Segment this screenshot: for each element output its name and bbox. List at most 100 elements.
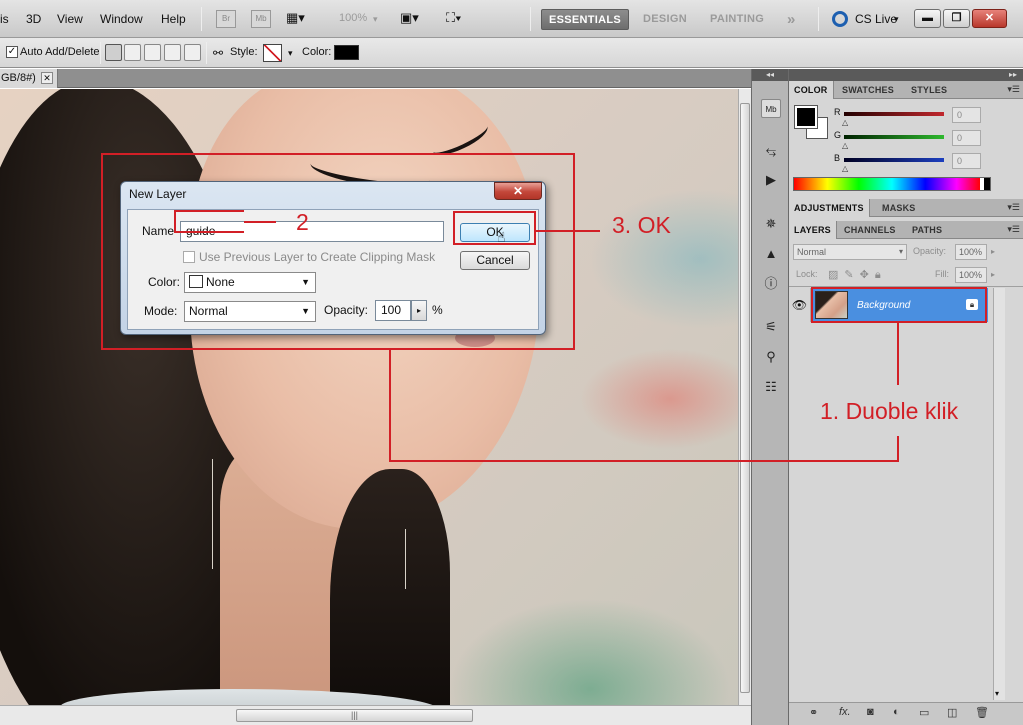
canvas-vertical-scrollbar[interactable] xyxy=(738,89,751,705)
layer-opacity-value[interactable]: 100% xyxy=(955,244,987,260)
slider-red-track[interactable] xyxy=(844,112,944,116)
expand-panels-icon[interactable]: ▸▸ xyxy=(789,69,1023,81)
cs-live-dropdown-icon[interactable]: ▾ xyxy=(894,14,899,25)
tool-presets-icon[interactable]: ☷ xyxy=(761,377,781,396)
path-add-icon[interactable] xyxy=(124,44,141,61)
annotation-layer-box xyxy=(811,287,987,323)
bridge-icon[interactable]: Br xyxy=(216,10,236,28)
slider-green-value[interactable]: 0 xyxy=(952,130,981,146)
slider-blue-label: B xyxy=(834,153,841,163)
menu-analysis[interactable]: is xyxy=(0,12,9,26)
path-intersect-icon[interactable] xyxy=(164,44,181,61)
fill-label: Fill: xyxy=(935,269,949,279)
color-spectrum-bar[interactable] xyxy=(793,177,991,191)
clone-source-icon[interactable]: ⚲ xyxy=(761,347,781,366)
tab-channels[interactable]: CHANNELS xyxy=(839,221,901,239)
visibility-eye-icon[interactable]: 👁︎ xyxy=(789,288,811,322)
slider-green-handle[interactable]: △ xyxy=(842,141,848,150)
vertical-scroll-thumb[interactable] xyxy=(740,103,750,693)
new-layer-icon[interactable]: ◫ xyxy=(947,706,957,719)
annotation-return-line-b xyxy=(389,460,899,462)
cs-live-menu[interactable]: CS Live xyxy=(855,12,897,26)
new-group-icon[interactable]: ▭ xyxy=(919,706,929,719)
foreground-color-swatch[interactable] xyxy=(794,105,818,129)
navigator-panel-icon[interactable]: ✵ xyxy=(761,214,781,233)
slider-red-handle[interactable]: △ xyxy=(842,118,848,127)
slider-blue-track[interactable] xyxy=(844,158,944,162)
style-dropdown-icon[interactable]: ▾ xyxy=(288,48,293,59)
restore-button[interactable]: ❐ xyxy=(943,9,970,28)
history-panel-icon[interactable]: ⥃ xyxy=(761,141,781,160)
workspace-essentials[interactable]: ESSENTIALS xyxy=(541,9,630,30)
more-workspaces-icon[interactable]: » xyxy=(780,9,803,30)
lock-options-icons[interactable]: ▨✎✥🔒︎ xyxy=(828,268,887,282)
tab-swatches[interactable]: SWATCHES xyxy=(837,81,899,99)
photo-earring-right xyxy=(405,529,409,589)
layers-list-scrollbar[interactable] xyxy=(993,288,1005,700)
collapse-dock-icon[interactable]: ◂◂ xyxy=(752,69,788,81)
arrange-documents-icon[interactable]: ▣▾ xyxy=(400,10,432,28)
slider-green-label: G xyxy=(834,130,842,140)
zoom-dropdown-icon[interactable]: ▾ xyxy=(373,14,378,25)
adjustments-panel-menu-icon[interactable]: ▾☰ xyxy=(1007,202,1020,213)
color-label: Color: xyxy=(302,46,332,58)
layer-opacity-label: Opacity: xyxy=(913,246,947,256)
workspace-painting[interactable]: PAINTING xyxy=(703,9,771,30)
fill-value[interactable]: 100% xyxy=(955,267,987,283)
annotation-name-box xyxy=(174,210,244,233)
close-window-button[interactable]: ✕ xyxy=(972,9,1007,28)
menu-3d[interactable]: 3D xyxy=(26,12,41,26)
histogram-panel-icon[interactable]: ▲ xyxy=(761,244,781,263)
adjustments-panel-tabs: ADJUSTMENTS MASKS ▾☰ xyxy=(789,199,1023,217)
layer-style-icon[interactable]: fx. xyxy=(839,706,851,718)
tab-layers[interactable]: LAYERS xyxy=(789,221,837,239)
layers-scroll-down-icon[interactable]: ▾ xyxy=(995,689,999,698)
delete-layer-icon[interactable]: 🗑︎ xyxy=(975,706,989,719)
minimize-button[interactable]: ▬ xyxy=(914,9,941,28)
adjustment-layer-icon[interactable]: ◐ xyxy=(893,706,900,718)
path-subtract-icon[interactable] xyxy=(144,44,161,61)
document-tab[interactable]: GB/8#) ✕ xyxy=(0,69,58,88)
tab-masks[interactable]: MASKS xyxy=(877,199,921,217)
add-mask-icon[interactable]: ◙ xyxy=(867,706,874,718)
zoom-level[interactable]: 100% xyxy=(339,12,367,24)
slider-red-label: R xyxy=(834,107,841,117)
menu-help[interactable]: Help xyxy=(161,12,186,26)
brush-presets-icon[interactable]: ⚟ xyxy=(761,317,781,336)
link-layers-icon[interactable]: ⚭ xyxy=(809,706,818,719)
tab-paths[interactable]: PATHS xyxy=(907,221,947,239)
style-label: Style: xyxy=(230,46,258,58)
horizontal-scroll-thumb[interactable]: ||| xyxy=(236,709,473,722)
info-panel-icon[interactable]: ⓘ xyxy=(761,274,781,293)
path-new-icon[interactable] xyxy=(105,44,122,61)
tab-color[interactable]: COLOR xyxy=(789,81,834,99)
menu-view[interactable]: View xyxy=(57,12,83,26)
layer-opacity-dropdown-icon[interactable]: ▸ xyxy=(991,247,995,256)
tab-adjustments[interactable]: ADJUSTMENTS xyxy=(789,199,870,217)
annotation-dialog-box xyxy=(101,153,575,350)
screen-mode-icon[interactable]: ⛶▾ xyxy=(446,10,478,28)
slider-green-track[interactable] xyxy=(844,135,944,139)
fill-dropdown-icon[interactable]: ▸ xyxy=(991,270,995,279)
workspace-design[interactable]: DESIGN xyxy=(636,9,694,30)
mini-bridge-icon[interactable]: Mb xyxy=(251,10,271,28)
auto-add-delete-checkbox[interactable]: ✓ xyxy=(6,46,18,58)
blend-mode-select[interactable]: Normal ▾ xyxy=(793,244,907,260)
path-exclude-icon[interactable] xyxy=(184,44,201,61)
link-icon[interactable]: ⚯ xyxy=(213,46,223,60)
menu-window[interactable]: Window xyxy=(100,12,143,26)
color-panel-tabs: COLOR SWATCHES STYLES ▾☰ xyxy=(789,81,1023,99)
canvas-horizontal-scrollbar[interactable]: ||| xyxy=(0,705,751,725)
slider-blue-handle[interactable]: △ xyxy=(842,164,848,173)
actions-panel-icon[interactable]: ▶ xyxy=(761,170,781,189)
close-tab-icon[interactable]: ✕ xyxy=(41,72,53,84)
slider-blue-value[interactable]: 0 xyxy=(952,153,981,169)
slider-red-value[interactable]: 0 xyxy=(952,107,981,123)
color-swatch[interactable] xyxy=(334,45,359,60)
layers-panel-menu-icon[interactable]: ▾☰ xyxy=(1007,224,1020,235)
style-swatch[interactable] xyxy=(263,44,282,62)
screen-view-icon[interactable]: ▦▾ xyxy=(286,10,316,28)
color-panel-menu-icon[interactable]: ▾☰ xyxy=(1007,84,1020,95)
tab-styles[interactable]: STYLES xyxy=(906,81,952,99)
mini-bridge-panel-icon[interactable]: Mb xyxy=(761,99,781,118)
